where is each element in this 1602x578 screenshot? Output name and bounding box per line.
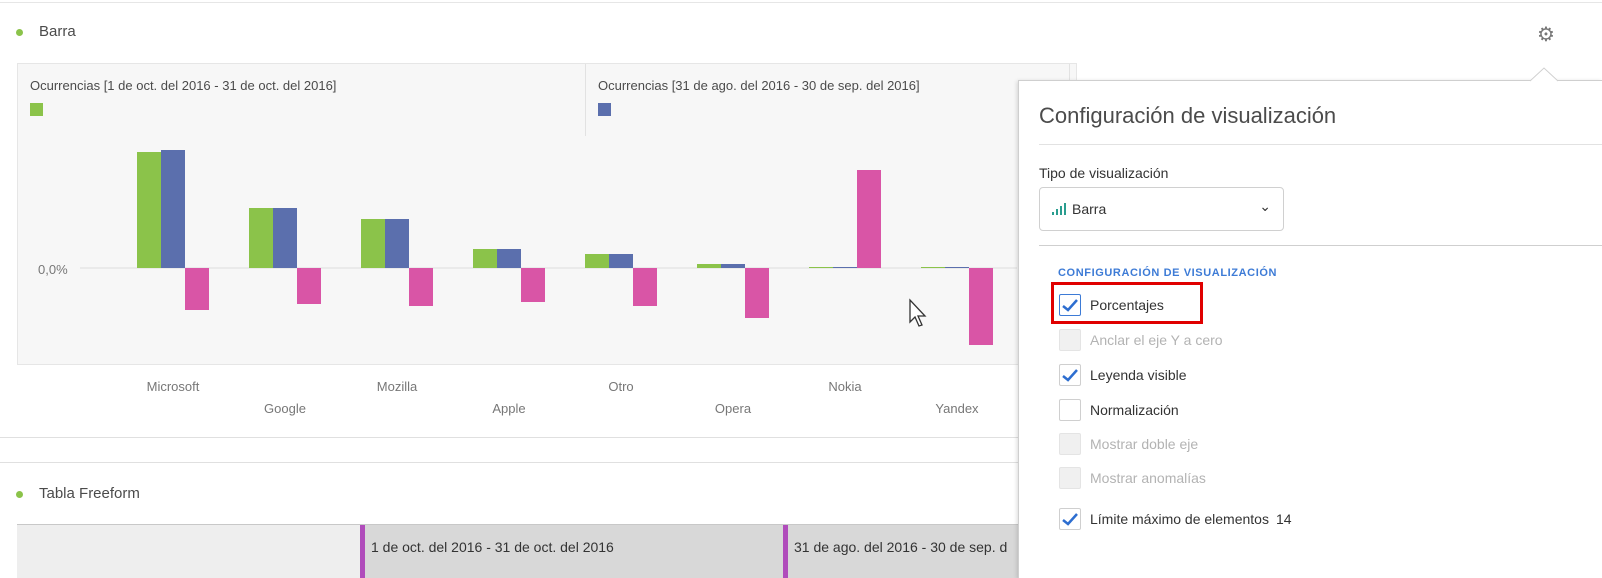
checkbox (1059, 467, 1081, 489)
bar-nokia-series-1 (809, 267, 833, 268)
highlight-box (1051, 282, 1203, 324)
table-column-header-2[interactable]: 31 de ago. del 2016 - 30 de sep. d (783, 524, 1019, 578)
option-value: 14 (1275, 511, 1292, 527)
x-tick-label: Apple (492, 401, 526, 416)
table-column-header-1[interactable]: 1 de oct. del 2016 - 31 de oct. del 2016 (360, 524, 783, 578)
option-4: Mostrar doble eje (1059, 433, 1198, 455)
x-tick-label: Microsoft (146, 379, 200, 394)
table-header-empty (17, 524, 360, 578)
bar-otro-series-1 (585, 254, 609, 268)
y-tick-label: 0,0% (38, 262, 68, 277)
x-tick-label: Nokia (828, 379, 862, 394)
checkmark-icon (1062, 512, 1078, 526)
chevron-down-icon: ⌄ (1259, 198, 1271, 214)
panel-status-dot (16, 491, 23, 498)
option-label: Mostrar doble eje (1090, 436, 1199, 452)
chart-plot (80, 150, 1017, 345)
bar-yandex-series-1 (921, 267, 945, 268)
bar-mozilla-series-3 (409, 268, 433, 306)
bar-otro-series-2 (609, 254, 633, 268)
x-tick-label: Yandex (935, 401, 979, 416)
x-tick-label: Mozilla (376, 379, 418, 394)
option-5: Mostrar anomalías (1059, 467, 1206, 489)
checkmark-icon (1062, 368, 1078, 382)
bar-opera-series-2 (721, 264, 745, 268)
bar-google-series-3 (297, 268, 321, 304)
bar-otro-series-3 (633, 268, 657, 306)
checkbox (1059, 433, 1081, 455)
option-label: Normalización (1090, 402, 1179, 418)
checkbox[interactable] (1059, 399, 1081, 421)
bar-apple-series-1 (473, 249, 497, 268)
option-label: Mostrar anomalías (1090, 470, 1206, 486)
bar-nokia-series-3 (857, 170, 881, 268)
checkbox (1059, 329, 1081, 351)
bar-yandex-series-2 (945, 267, 969, 268)
x-tick-label: Opera (714, 401, 752, 416)
option-3[interactable]: Normalización (1059, 399, 1179, 421)
bar-apple-series-2 (497, 249, 521, 268)
bar-opera-series-3 (745, 268, 769, 318)
bar-chart-icon (1052, 203, 1066, 215)
bar-apple-series-3 (521, 268, 545, 302)
x-tick-label: Otro (608, 379, 634, 394)
bar-opera-series-1 (697, 264, 721, 268)
gear-icon[interactable]: ⚙ (1537, 22, 1555, 47)
bar-mozilla-series-1 (361, 219, 385, 268)
bar-microsoft-series-1 (137, 152, 161, 268)
type-label: Tipo de visualización (1039, 165, 1169, 181)
popover-arrow (1530, 67, 1558, 82)
bar-mozilla-series-2 (385, 219, 409, 268)
checkbox[interactable] (1059, 508, 1081, 530)
bar-yandex-series-3 (969, 268, 993, 345)
option-2[interactable]: Leyenda visible (1059, 364, 1187, 386)
bar-google-series-2 (273, 208, 297, 268)
option-label: Anclar el eje Y a cero (1090, 332, 1223, 348)
bar-nokia-series-2 (833, 267, 857, 268)
option-1: Anclar el eje Y a cero (1059, 329, 1223, 351)
popover-title: Configuración de visualización (1039, 103, 1337, 128)
table-panel-title: Tabla Freeform (39, 485, 140, 502)
option-label: Leyenda visible (1090, 367, 1187, 383)
option-6[interactable]: Límite máximo de elementos 14 (1059, 508, 1292, 530)
bar-microsoft-series-2 (161, 150, 185, 268)
section-heading: CONFIGURACIÓN DE VISUALIZACIÓN (1058, 267, 1278, 279)
bar-google-series-1 (249, 208, 273, 268)
visualization-type-select[interactable]: Barra ⌄ (1039, 187, 1284, 231)
checkbox[interactable] (1059, 364, 1081, 386)
option-label: Límite máximo de elementos (1090, 511, 1269, 527)
x-tick-label: Google (264, 401, 306, 416)
bar-microsoft-series-3 (185, 268, 209, 310)
mouse-cursor-icon (909, 298, 927, 327)
visualization-settings-popover: Configuración de visualización Tipo de v… (1018, 80, 1602, 578)
